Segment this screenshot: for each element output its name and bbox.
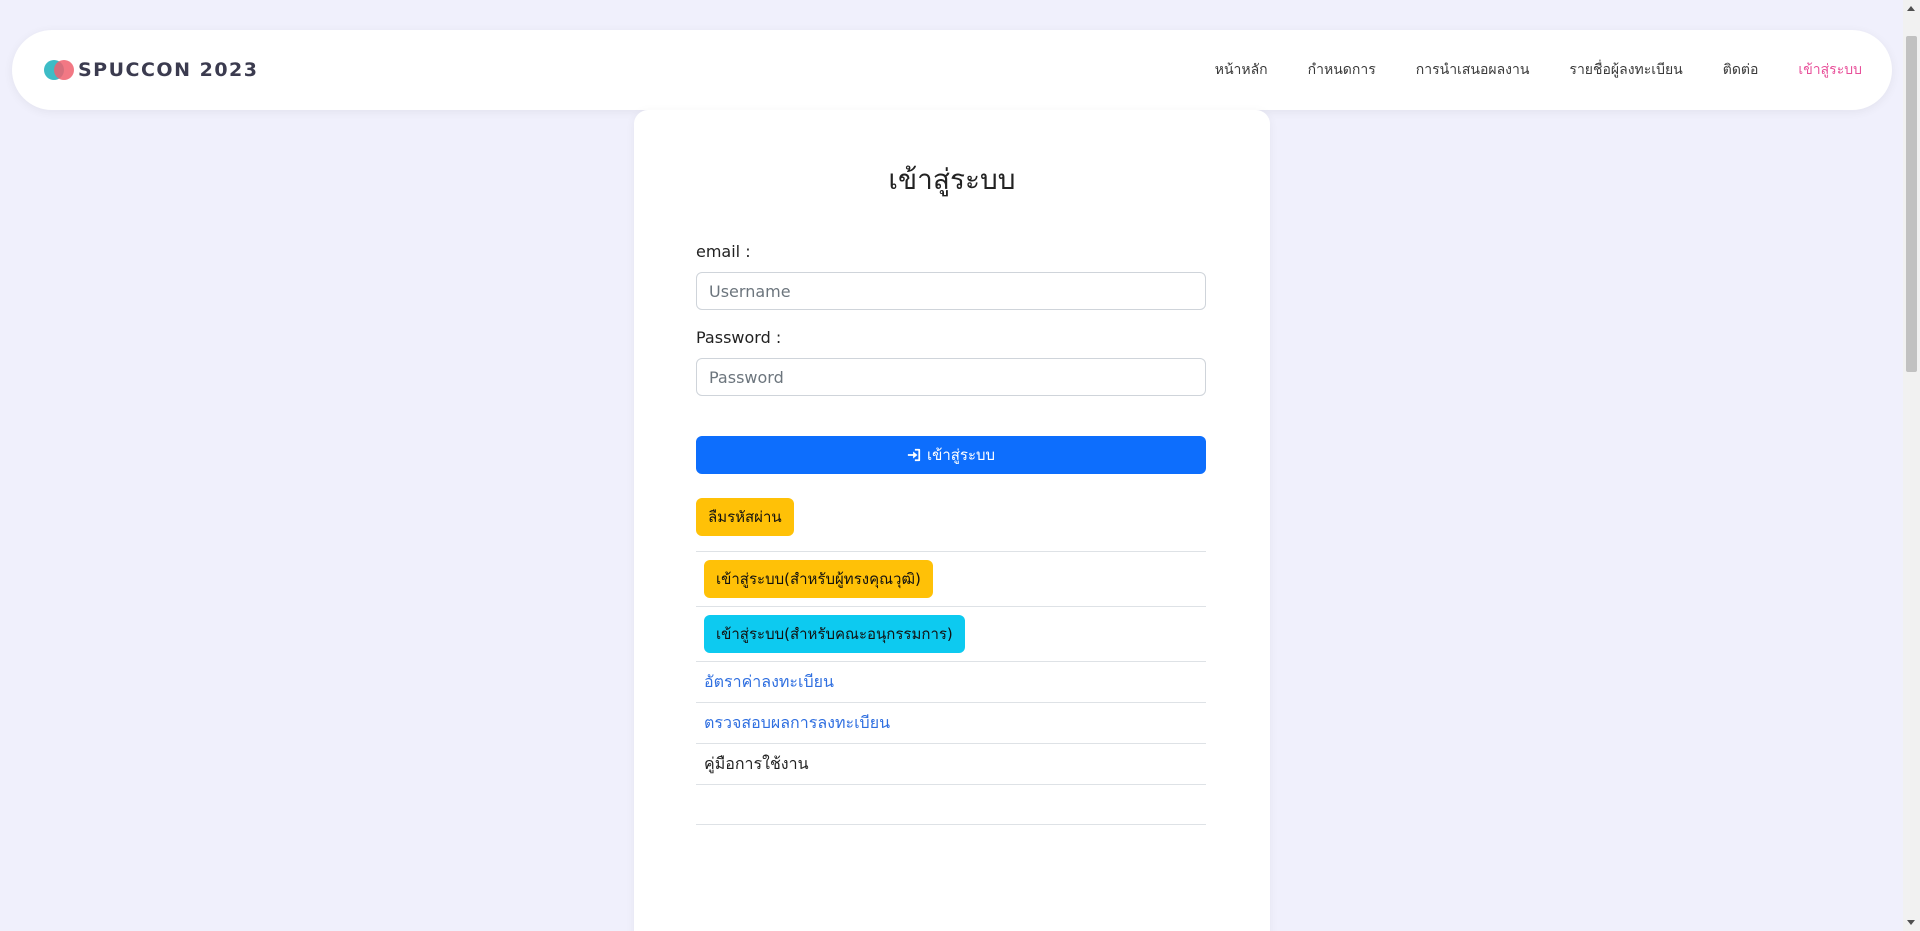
check-registration-link[interactable]: ตรวจสอบผลการลงทะเบียน	[704, 711, 890, 736]
list-item: ตรวจสอบผลการลงทะเบียน	[696, 702, 1206, 743]
scroll-down-icon[interactable]	[1907, 920, 1915, 925]
login-card: เข้าสู่ระบบ email : Password : เข้าสู่ระ…	[634, 110, 1270, 931]
registration-rate-link[interactable]: อัตราค่าลงทะเบียน	[704, 670, 834, 695]
page-scrollbar[interactable]	[1903, 0, 1920, 931]
nav-links: หน้าหลัก กำหนดการ การนำเสนอผลงาน รายชื่อ…	[1175, 59, 1862, 81]
page: SPUCCON 2023 หน้าหลัก กำหนดการ การนำเสนอ…	[0, 0, 1920, 931]
scroll-up-icon[interactable]	[1907, 6, 1915, 11]
nav-item-home[interactable]: หน้าหลัก	[1215, 59, 1268, 81]
list-item: เข้าสู่ระบบ(สำหรับผู้ทรงคุณวุฒิ)	[696, 551, 1206, 606]
nav-item-schedule[interactable]: กำหนดการ	[1308, 59, 1376, 81]
brand[interactable]: SPUCCON 2023	[44, 59, 258, 81]
email-field[interactable]	[696, 272, 1206, 310]
nav-item-login[interactable]: เข้าสู่ระบบ	[1798, 59, 1862, 81]
list-item-empty	[696, 784, 1206, 825]
email-label: email :	[696, 242, 751, 261]
list-item: คู่มือการใช้งาน	[696, 743, 1206, 784]
password-field[interactable]	[696, 358, 1206, 396]
page-title: เข้าสู่ระบบ	[888, 163, 1016, 196]
brand-logo-icon	[44, 60, 74, 80]
brand-name: SPUCCON 2023	[78, 59, 259, 81]
nav-item-registrants[interactable]: รายชื่อผู้ลงทะเบียน	[1569, 59, 1682, 81]
login-button[interactable]: เข้าสู่ระบบ	[696, 436, 1206, 474]
nav-item-contact[interactable]: ติดต่อ	[1723, 59, 1759, 81]
password-label: Password :	[696, 328, 782, 347]
forgot-password-button[interactable]: ลืมรหัสผ่าน	[696, 498, 794, 536]
scrollbar-thumb[interactable]	[1906, 36, 1917, 372]
top-navbar: SPUCCON 2023 หน้าหลัก กำหนดการ การนำเสนอ…	[12, 30, 1892, 110]
links-list: เข้าสู่ระบบ(สำหรับผู้ทรงคุณวุฒิ) เข้าสู่…	[696, 551, 1206, 825]
login-button-label: เข้าสู่ระบบ	[926, 446, 996, 464]
expert-login-button[interactable]: เข้าสู่ระบบ(สำหรับผู้ทรงคุณวุฒิ)	[704, 560, 933, 598]
committee-login-button[interactable]: เข้าสู่ระบบ(สำหรับคณะอนุกรรมการ)	[704, 615, 965, 653]
list-item: เข้าสู่ระบบ(สำหรับคณะอนุกรรมการ)	[696, 606, 1206, 661]
user-manual-link[interactable]: คู่มือการใช้งาน	[704, 752, 809, 777]
sign-in-icon	[907, 448, 921, 462]
nav-item-presentations[interactable]: การนำเสนอผลงาน	[1416, 59, 1530, 81]
list-item: อัตราค่าลงทะเบียน	[696, 661, 1206, 702]
